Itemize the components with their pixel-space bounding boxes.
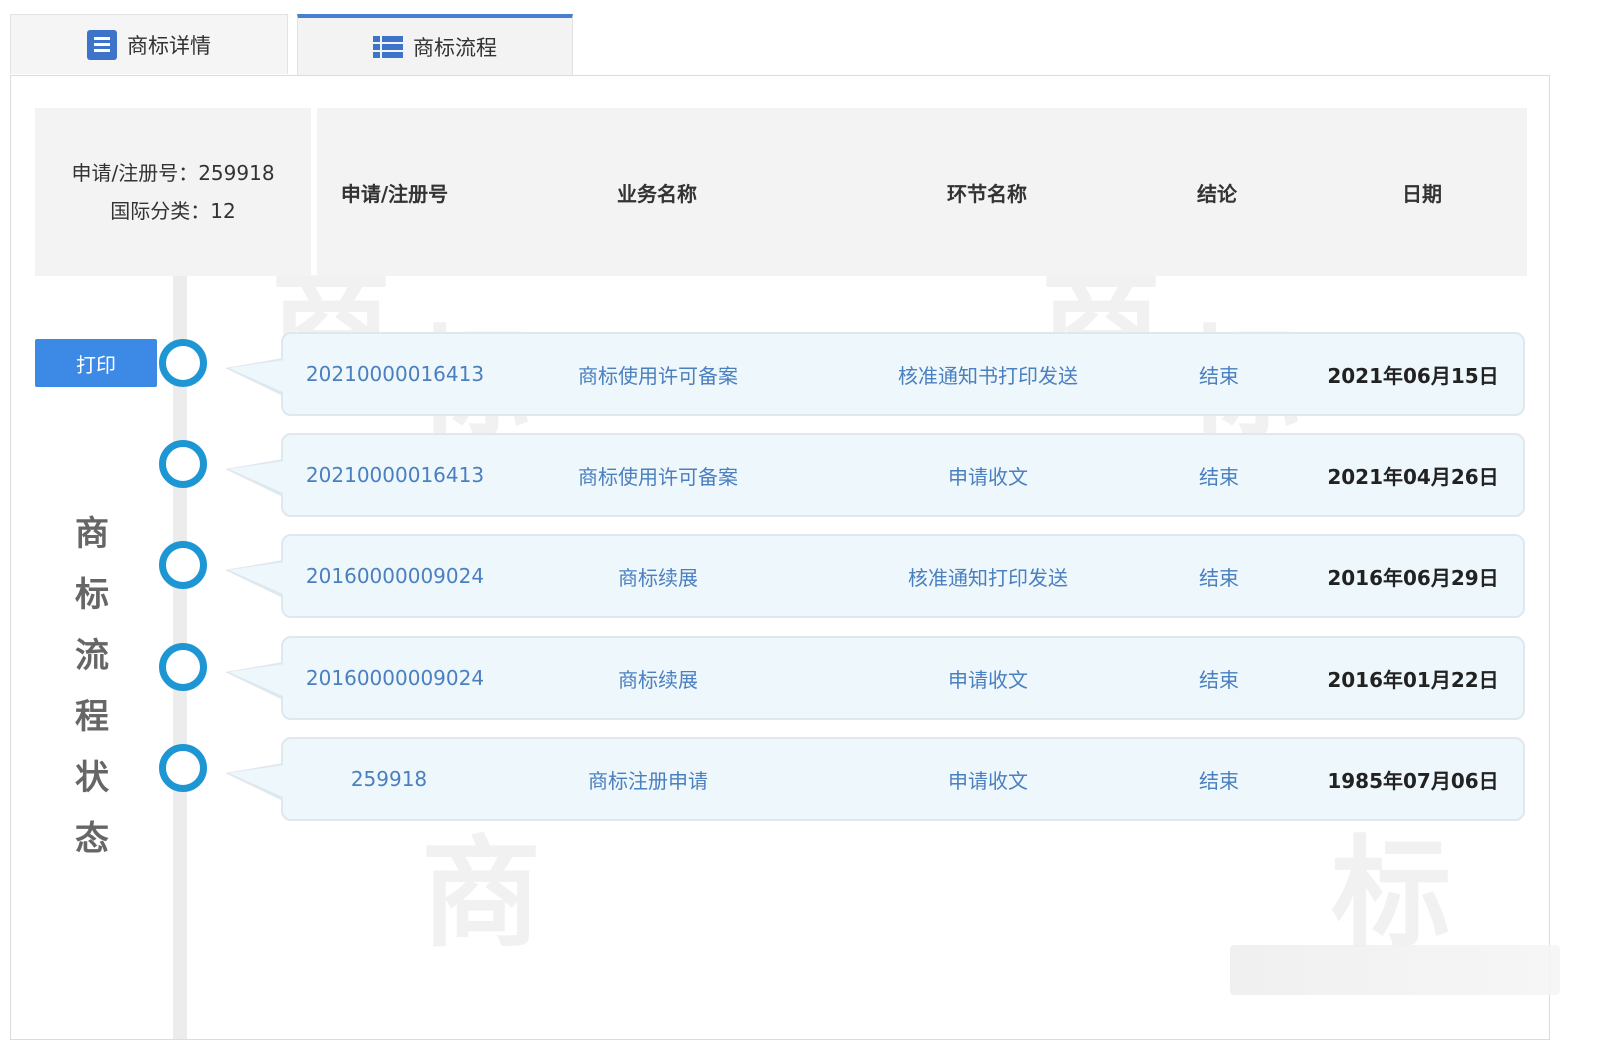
title-char: 程 (75, 697, 109, 737)
list-icon (373, 32, 403, 62)
header-conclusion: 结论 (1197, 181, 1237, 206)
international-class: 国际分类：12 (110, 199, 236, 223)
cell-step: 申请收文 (948, 464, 1028, 489)
tab-trademark-details[interactable]: 商标详情 (10, 14, 288, 74)
watermark: 商 (421, 825, 541, 964)
tab-bar: 商标详情 商标流程 (10, 14, 1600, 76)
table-header: 申请/注册号 业务名称 环节名称 结论 日期 (317, 108, 1527, 276)
cell-step: 核准通知书打印发送 (898, 363, 1078, 388)
header-app-no: 申请/注册号 (340, 181, 449, 206)
table-row: 20210000016413 商标使用许可备案 核准通知书打印发送 结束 202… (225, 332, 1525, 416)
header-date: 日期 (1402, 181, 1442, 206)
process-status-title: 商 标 流 程 状 态 (67, 504, 117, 870)
cell-step: 申请收文 (948, 667, 1028, 692)
print-button[interactable]: 打印 (35, 339, 157, 387)
cell-app-no: 259918 (350, 767, 428, 791)
cell-date: 2021年06月15日 (1327, 363, 1499, 388)
cell-date: 2016年01月22日 (1327, 667, 1499, 692)
cell-conclusion: 结束 (1199, 768, 1239, 793)
cell-conclusion: 结束 (1199, 464, 1239, 489)
table-row: 259918 商标注册申请 申请收文 结束 1985年07月06日 (225, 737, 1525, 821)
cell-date: 2016年06月29日 (1327, 565, 1499, 590)
cell-step: 核准通知打印发送 (908, 565, 1068, 590)
cell-app-no: 20160000009024 (305, 564, 485, 588)
title-char: 标 (75, 575, 109, 615)
title-char: 商 (75, 514, 109, 554)
cell-business: 商标使用许可备案 (578, 464, 738, 489)
cell-app-no: 20210000016413 (305, 463, 485, 487)
title-char: 流 (75, 636, 109, 676)
table-row: 20160000009024 商标续展 核准通知打印发送 结束 2016年06月… (225, 534, 1525, 618)
tab-trademark-process[interactable]: 商标流程 (297, 14, 573, 76)
tab-label: 商标流程 (413, 36, 497, 60)
cell-business: 商标续展 (618, 667, 698, 692)
timeline-node (159, 643, 207, 691)
cell-conclusion: 结束 (1199, 565, 1239, 590)
cell-app-no: 20210000016413 (305, 362, 485, 386)
cell-business: 商标续展 (618, 565, 698, 590)
table-row: 20160000009024 商标续展 申请收文 结束 2016年01月22日 (225, 636, 1525, 720)
cell-app-no: 20160000009024 (305, 666, 485, 690)
cell-business: 商标使用许可备案 (578, 363, 738, 388)
trademark-info: 申请/注册号：259918 国际分类：12 (35, 108, 311, 276)
cell-business: 商标注册申请 (588, 768, 708, 793)
watermark: 标 (1331, 825, 1451, 964)
tab-label: 商标详情 (127, 33, 211, 58)
table-row: 20210000016413 商标使用许可备案 申请收文 结束 2021年04月… (225, 433, 1525, 517)
cell-step: 申请收文 (948, 768, 1028, 793)
header-business: 业务名称 (617, 181, 697, 206)
cell-conclusion: 结束 (1199, 363, 1239, 388)
title-char: 状 (75, 758, 109, 798)
process-panel: 商 标 商 标 商 标 申请/注册号：259918 国际分类：12 申请/注册号… (10, 75, 1550, 1040)
header-step: 环节名称 (947, 181, 1027, 206)
timeline-node (159, 440, 207, 488)
timeline-node (159, 744, 207, 792)
timeline-node (159, 339, 207, 387)
timeline-node (159, 541, 207, 589)
cell-date: 1985年07月06日 (1327, 768, 1499, 793)
cell-date: 2021年04月26日 (1327, 464, 1499, 489)
title-char: 态 (75, 819, 109, 859)
registration-number: 申请/注册号：259918 (71, 161, 275, 185)
document-list-icon (87, 29, 117, 60)
cell-conclusion: 结束 (1199, 667, 1239, 692)
faded-overlay (1230, 945, 1560, 995)
